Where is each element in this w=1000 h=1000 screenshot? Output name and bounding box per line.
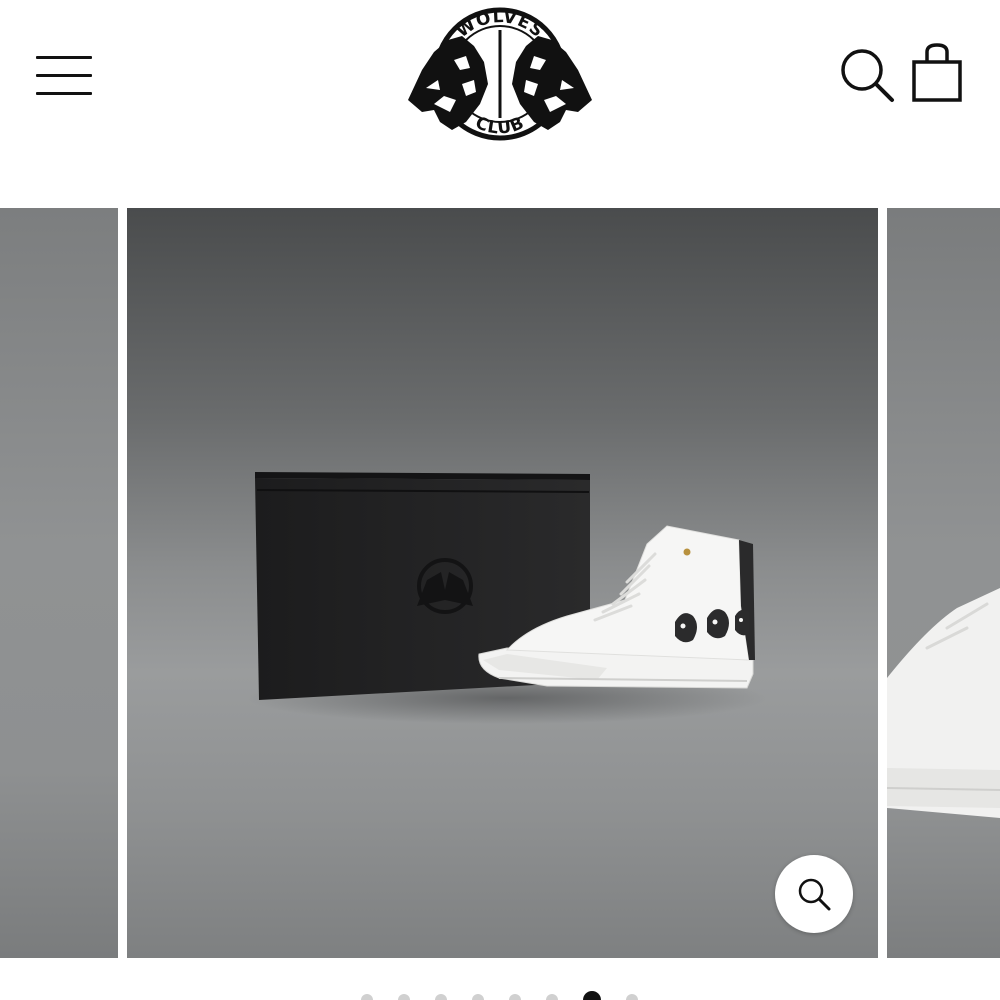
shopping-bag-icon	[912, 43, 962, 102]
product-image-gallery[interactable]	[0, 208, 1000, 958]
search-button[interactable]	[836, 44, 898, 106]
pagination-dot[interactable]	[398, 994, 410, 1000]
wolves-club-logo[interactable]: WOLVES CLUB	[404, 0, 596, 150]
sneaker-with-box-photo	[247, 472, 767, 724]
pagination-dot[interactable]	[435, 994, 447, 1000]
pagination-dot[interactable]	[626, 994, 638, 1000]
pagination-dot-active[interactable]	[583, 991, 601, 1000]
next-slide-image[interactable]	[887, 208, 1000, 958]
menu-button[interactable]	[28, 44, 100, 106]
product-page: WOLVES CLUB	[0, 0, 1000, 1000]
logo-emblem: WOLVES CLUB	[408, 7, 592, 141]
sneaker-closeup-photo	[887, 588, 1000, 818]
gallery-pagination	[0, 990, 1000, 1000]
pagination-dot[interactable]	[546, 994, 558, 1000]
zoom-button[interactable]	[775, 855, 853, 933]
pagination-dot[interactable]	[361, 994, 373, 1000]
main-product-image[interactable]	[127, 208, 878, 958]
pagination-dot[interactable]	[509, 994, 521, 1000]
search-icon	[841, 49, 894, 102]
site-header: WOLVES CLUB	[0, 0, 1000, 200]
previous-slide-image[interactable]	[0, 208, 118, 958]
zoom-icon	[798, 878, 831, 911]
pagination-dot[interactable]	[472, 994, 484, 1000]
cart-button[interactable]	[906, 40, 968, 106]
